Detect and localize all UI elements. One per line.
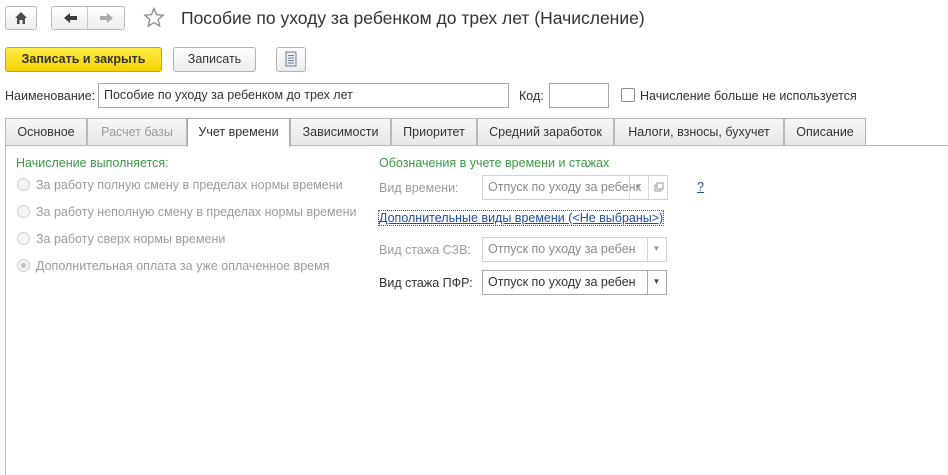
code-label: Код: [519, 89, 544, 103]
tab-taxes[interactable]: Налоги, взносы, бухучет [614, 118, 784, 146]
arrow-right-icon [100, 13, 113, 23]
forward-button[interactable] [89, 7, 125, 29]
szv-field[interactable]: Отпуск по уходу за ребен ▼ [482, 237, 667, 262]
time-kind-open-button[interactable] [648, 176, 667, 199]
save-button[interactable]: Записать [173, 47, 256, 72]
triangle-down-icon: ▼ [652, 277, 661, 286]
radio-full-shift[interactable] [17, 178, 30, 191]
radio-part-shift[interactable] [17, 205, 30, 218]
name-field[interactable]: Пособие по уходу за ребенком до трех лет [98, 83, 509, 108]
tab-base-calc[interactable]: Расчет базы [87, 118, 187, 146]
tab-main[interactable]: Основное [5, 118, 87, 146]
szv-value: Отпуск по уходу за ребен [488, 242, 636, 256]
time-kind-label: Вид времени: [379, 181, 459, 195]
triangle-down-icon: ▼ [652, 244, 661, 253]
back-button[interactable] [52, 7, 88, 29]
pfr-label: Вид стажа ПФР: [379, 276, 473, 290]
open-copy-icon [654, 182, 664, 192]
tab-panel-left-border [5, 145, 6, 475]
triangle-down-icon: ▼ [634, 182, 643, 191]
unused-label: Начисление больше не используется [640, 89, 857, 103]
radio-part-shift-label: За работу неполную смену в пределах норм… [36, 205, 357, 219]
active-tab-gap [188, 145, 289, 146]
szv-label: Вид стажа СЗВ: [379, 243, 471, 257]
name-label: Наименование: [5, 89, 96, 103]
favorite-button[interactable] [142, 6, 166, 30]
tab-average-earnings[interactable]: Средний заработок [477, 118, 614, 146]
accrual-group-title: Начисление выполняется: [16, 156, 169, 170]
tab-priority[interactable]: Приоритет [391, 118, 477, 146]
radio-additional-pay[interactable] [17, 259, 30, 272]
szv-dropdown-button[interactable]: ▼ [647, 238, 665, 261]
pfr-field[interactable]: Отпуск по уходу за ребен ▼ [482, 270, 667, 295]
radio-full-shift-label: За работу полную смену в пределах нормы … [36, 178, 343, 192]
home-button[interactable] [5, 6, 37, 30]
page-title: Пособие по уходу за ребенком до трех лет… [181, 8, 645, 28]
radio-overtime-label: За работу сверх нормы времени [36, 232, 226, 246]
history-nav [51, 6, 125, 30]
extra-time-kinds-link[interactable]: Дополнительные виды времени (<Не выбраны… [377, 210, 665, 226]
tab-panel-top-border [5, 145, 948, 146]
time-kind-value: Отпуск по уходу за ребенк [488, 180, 642, 194]
pfr-value: Отпуск по уходу за ребен [488, 275, 636, 289]
report-button[interactable] [276, 47, 306, 72]
tab-time-accounting[interactable]: Учет времени [187, 118, 290, 147]
time-kind-dropdown-button[interactable]: ▼ [629, 176, 647, 199]
tab-bar: Основное Расчет базы Учет времени Зависи… [5, 118, 867, 147]
code-field[interactable] [549, 83, 609, 108]
save-and-close-button[interactable]: Записать и закрыть [5, 47, 162, 72]
unused-checkbox[interactable] [621, 88, 635, 102]
star-icon [143, 6, 165, 28]
arrow-left-icon [64, 13, 77, 23]
radio-additional-pay-label: Дополнительная оплата за уже оплаченное … [36, 259, 330, 273]
home-icon [15, 12, 27, 24]
tab-description[interactable]: Описание [784, 118, 866, 146]
help-link[interactable]: ? [697, 180, 704, 194]
document-list-icon [285, 51, 297, 67]
designations-group-title: Обозначения в учете времени и стажах [379, 156, 610, 170]
tab-dependencies[interactable]: Зависимости [290, 118, 391, 146]
pfr-dropdown-button[interactable]: ▼ [647, 271, 665, 294]
radio-overtime[interactable] [17, 232, 30, 245]
time-kind-field[interactable]: Отпуск по уходу за ребенк ▼ [482, 175, 668, 200]
